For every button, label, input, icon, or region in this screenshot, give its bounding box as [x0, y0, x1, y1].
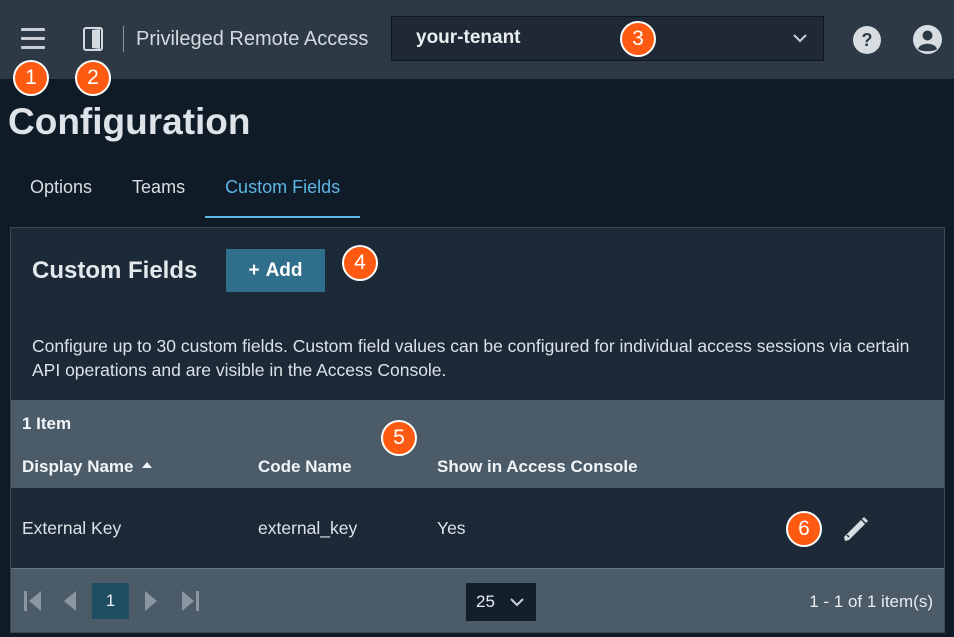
callout-badge-3: 3 — [620, 21, 656, 57]
pager-range: 1 - 1 of 1 item(s) — [809, 592, 933, 611]
page-title: Configuration — [8, 101, 251, 142]
help-icon[interactable]: ? — [852, 25, 882, 55]
column-header-code-name[interactable]: Code Name — [258, 457, 352, 477]
cell-display-name: External Key — [22, 518, 122, 538]
add-button[interactable]: + Add — [226, 249, 325, 292]
callout-badge-2: 2 — [75, 60, 111, 96]
chevron-down-icon — [793, 34, 807, 43]
menu-icon[interactable] — [16, 24, 50, 54]
last-page-icon[interactable] — [172, 583, 208, 619]
cell-code-name: external_key — [258, 518, 358, 538]
grid-header: 1 Item Display Name Code Name Show in Ac… — [11, 400, 944, 488]
callout-badge-6: 6 — [786, 511, 822, 547]
pager: 1 25 1 - 1 of 1 item(s) — [11, 568, 944, 632]
user-icon[interactable] — [912, 24, 943, 55]
cell-show-in-console: Yes — [437, 518, 466, 538]
svg-text:?: ? — [862, 30, 873, 50]
previous-page-icon[interactable] — [52, 583, 88, 619]
callout-badge-4: 4 — [342, 245, 378, 281]
panel-title: Custom Fields — [32, 257, 198, 284]
top-bar: Privileged Remote Access your-tenant ? — [0, 0, 954, 79]
chevron-down-icon — [510, 598, 524, 607]
plus-icon: + — [248, 260, 260, 281]
tab-bar: Options Teams Custom Fields — [10, 160, 361, 218]
callout-badge-1: 1 — [13, 60, 49, 96]
header-divider — [123, 26, 124, 52]
panel-description: Configure up to 30 custom fields. Custom… — [32, 336, 910, 380]
column-header-show-in-console[interactable]: Show in Access Console — [437, 457, 638, 477]
next-page-icon[interactable] — [133, 583, 169, 619]
tab-options[interactable]: Options — [10, 160, 112, 218]
column-label-display-name: Display Name — [22, 457, 134, 476]
page-size-value: 25 — [476, 592, 495, 611]
app-title: Privileged Remote Access — [136, 28, 369, 50]
sort-ascending-icon — [141, 462, 152, 468]
column-header-display-name[interactable]: Display Name — [22, 457, 152, 477]
app-door-icon[interactable] — [80, 26, 106, 52]
add-button-label: Add — [265, 260, 303, 281]
item-count: 1 Item — [22, 414, 72, 433]
tenant-select[interactable]: your-tenant — [391, 16, 824, 61]
tenant-value: your-tenant — [416, 27, 521, 48]
page-size-select[interactable]: 25 — [466, 583, 536, 621]
tab-custom-fields[interactable]: Custom Fields — [205, 160, 361, 218]
callout-badge-5: 5 — [381, 420, 417, 456]
first-page-icon[interactable] — [15, 583, 51, 619]
current-page-button[interactable]: 1 — [92, 583, 129, 619]
edit-pencil-icon[interactable] — [839, 514, 871, 544]
custom-fields-panel: Custom Fields + Add Configure up to 30 cu… — [10, 227, 945, 633]
tab-teams[interactable]: Teams — [112, 160, 205, 218]
